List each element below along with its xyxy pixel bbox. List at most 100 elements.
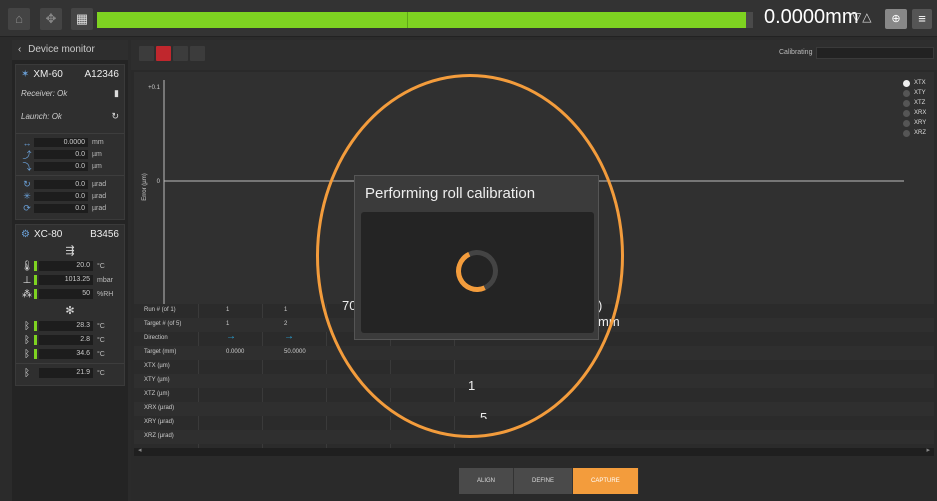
cell-target-1: 0.0000 [226,349,245,355]
loading-spinner-icon [450,244,504,298]
air-sensor-value: 1013.25 [39,275,93,285]
row-label: Direction [144,335,168,341]
radio-icon[interactable] [903,99,910,107]
export-button[interactable] [190,46,205,61]
laser-value: 0.0 [34,192,88,201]
environment-device-card: ⚙ XC-80 B3456 ⇶ 🌡 20.0 °C ⊥ 1013.25 mbar ⁂ 50 %RH… [15,224,125,386]
laser-value-row: ↻ 0.0 µrad [16,179,124,190]
material-sensor-row: ᛒ 34.6 °C [16,348,124,360]
calculator-icon[interactable]: ▦ [71,8,93,30]
cell-target-2: 50.0000 [284,349,306,355]
thermometer-icon: ᛒ [24,367,30,379]
progress-tick [407,12,408,28]
row-label: XTZ (µm) [144,391,170,397]
legend-item-xrx[interactable]: XRX [903,108,933,118]
axis-icon: ⤵ [22,162,32,172]
air-sensor-icon: ⁂ [22,288,32,300]
position-readout: 0.0000mm [764,6,859,28]
radio-icon[interactable] [903,119,910,127]
radio-icon[interactable] [903,79,910,87]
launch-status: Ok [51,112,62,121]
laser-unit: µrad [92,205,107,212]
air-sensor-value: 20.0 [39,261,93,271]
dialog-body [361,212,594,333]
axis-icon: ↔ [22,137,32,148]
legend-label: XTX [914,80,926,86]
stop-button[interactable] [156,46,171,61]
menu-icon[interactable]: ≡ [912,9,932,29]
calibrating-label: Calibrating [779,49,813,56]
progress-fill [97,12,747,28]
back-icon[interactable]: ‹ [18,44,21,55]
material-sensor-value: 34.6 [39,349,93,359]
launch-label: Launch: [21,112,50,121]
extra-temperature-row: ᛒ 21.9 °C [16,367,124,379]
axis-icon: ↻ [23,179,31,189]
legend-label: XRY [914,120,927,126]
radio-icon[interactable] [903,129,910,137]
laser-value-row: ✳ 0.0 µrad [16,191,124,202]
step-define[interactable]: DEFINE [514,468,574,494]
radio-icon[interactable] [903,109,910,117]
axis-icon: ✳ [23,191,31,201]
radio-icon[interactable] [903,89,910,97]
refresh-icon[interactable]: ↻ [111,111,119,122]
legend-label: XTZ [914,100,926,106]
legend-item-xty[interactable]: XTY [903,88,933,98]
horizontal-scrollbar[interactable]: ◂ ▸ [134,446,934,456]
cell-target-1: 1 [226,321,230,327]
row-label: XRY (µrad) [144,419,174,425]
step-capture[interactable]: CAPTURE [573,468,639,494]
status-indicator [34,349,37,359]
zoom-icon[interactable]: ⊕ [885,9,907,29]
legend-item-xrz[interactable]: XRZ [903,128,933,138]
scroll-left-icon[interactable]: ◂ [138,446,142,454]
receiver-label: Receiver: [21,89,55,98]
legend-item-xry[interactable]: XRY [903,118,933,128]
workflow-steps: ALIGN DEFINE CAPTURE [459,468,639,494]
laser-unit: µm [92,163,102,170]
laser-serial: A12346 [84,69,119,80]
y-axis-label: Error (µm) [142,173,148,200]
legend-label: XTY [914,90,926,96]
legend-item-xtx[interactable]: XTX [903,78,933,88]
top-bar: ⌂ ✥ ▦ 0.0000mm ▽△ ⊕ ≡ [0,0,937,37]
device-monitor-header[interactable]: ‹ Device monitor [12,40,128,60]
divider [16,133,124,134]
table-row: XRZ (µrad) [134,430,934,444]
laser-unit: mm [92,139,104,146]
save-button[interactable] [173,46,188,61]
status-indicator [34,321,37,331]
status-indicator [34,335,37,345]
target-icon[interactable]: ✥ [40,8,62,30]
play-button[interactable] [139,46,154,61]
y-tick-label: 0 [157,179,161,185]
air-sensor-value: 50 [39,289,93,299]
legend-item-xtz[interactable]: XTZ [903,98,933,108]
laser-unit: µrad [92,181,107,188]
laser-value: 0.0 [34,150,88,159]
direction-toggle-icon[interactable]: ▽△ [852,10,872,24]
material-sensor-row: ᛒ 28.3 °C [16,320,124,332]
material-sensor-icon: ✻ [65,305,75,317]
home-icon[interactable]: ⌂ [8,8,30,30]
calibration-dialog: Performing roll calibration [354,175,599,340]
axis-legend: XTX XTY XTZ XRX XRY XRZ [903,78,933,138]
laser-value: 0.0 [34,204,88,213]
env-name: XC-80 [33,229,63,240]
y-tick-label: +0.1 [148,85,161,91]
laser-value-row: ⤴ 0.0 µm [16,149,124,160]
material-sensor-icon: ᛒ [24,334,30,346]
scroll-right-icon[interactable]: ▸ [926,446,930,454]
material-sensor-value: 2.8 [39,335,93,345]
divider [16,175,124,176]
row-label: XRX (µrad) [144,405,175,411]
air-sensor-row: ⊥ 1013.25 mbar [16,274,124,286]
env-serial: B3456 [90,229,119,240]
measurement-progress-bar [97,12,753,28]
air-sensor-unit: mbar [97,276,113,284]
cell-target-2: → [284,331,294,342]
extra-temperature-value: 21.9 [39,368,93,378]
step-align[interactable]: ALIGN [459,468,515,494]
material-sensor-unit: °C [97,350,105,358]
